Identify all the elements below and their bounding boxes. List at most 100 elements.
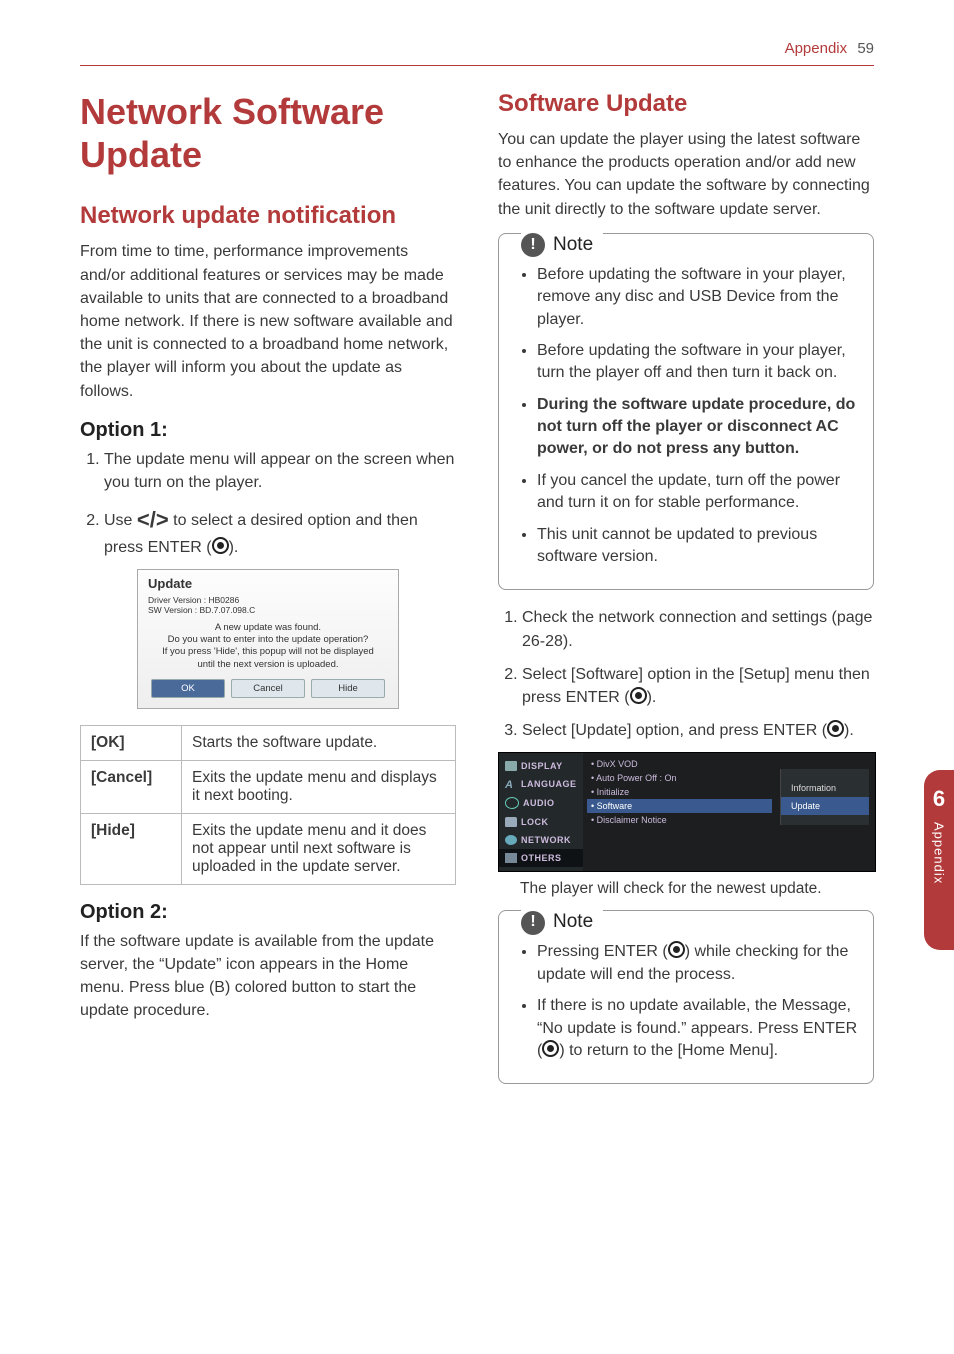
software-update-steps: Check the network connection and setting…: [498, 606, 874, 742]
menu-row[interactable]: • Disclaimer Notice: [591, 813, 772, 827]
cancel-button[interactable]: Cancel: [231, 679, 305, 698]
step-text: ).: [647, 689, 657, 706]
intro-paragraph: From time to time, performance improveme…: [80, 240, 456, 402]
sidebar-item[interactable]: AUDIO: [499, 793, 583, 813]
side-tab-number: 6: [924, 786, 954, 812]
driver-version: Driver Version : HB0286: [148, 595, 388, 605]
option-desc: Exits the update menu and displays it ne…: [182, 760, 456, 813]
option1-title: Option 1:: [80, 419, 456, 442]
ok-button[interactable]: OK: [151, 679, 225, 698]
note-label: Note: [553, 909, 593, 936]
enter-icon: [668, 941, 685, 958]
note-text: Pressing ENTER (: [537, 943, 668, 960]
msg-line: Do you want to enter into the update ope…: [148, 634, 388, 646]
step-1: The update menu will appear on the scree…: [104, 448, 456, 494]
enter-icon: [827, 720, 844, 737]
setup-sidebar: DISPLAY A LANGUAGE AUDIO LOCK NETWORK OTH…: [499, 753, 583, 871]
sw-version: SW Version : BD.7.07.098.C: [148, 605, 388, 615]
dialog-meta: Driver Version : HB0286 SW Version : BD.…: [148, 595, 388, 615]
note-item: This unit cannot be updated to previous …: [537, 524, 859, 569]
sidebar-label: NETWORK: [521, 835, 571, 845]
sidebar-label: DISPLAY: [521, 761, 563, 771]
option-desc: Exits the update menu and it does not ap…: [182, 813, 456, 884]
table-row: [Cancel] Exits the update menu and displ…: [81, 760, 456, 813]
menu-caption: The player will check for the newest upd…: [520, 880, 874, 898]
enter-icon: [212, 537, 229, 554]
note-item: If you cancel the update, turn off the p…: [537, 470, 859, 515]
sidebar-item[interactable]: DISPLAY: [499, 757, 583, 775]
right-column: Software Update You can update the playe…: [498, 90, 874, 1100]
sidebar-label: LANGUAGE: [521, 779, 577, 789]
subsection-title: Network update notification: [80, 202, 456, 230]
dialog-message: A new update was found. Do you want to e…: [148, 622, 388, 671]
note-box-1: ! Note Before updating the software in y…: [498, 233, 874, 591]
side-tab-label: Appendix: [932, 822, 947, 884]
enter-icon: [542, 1040, 559, 1057]
subsection-title: Software Update: [498, 90, 874, 118]
page-title: Network Software Update: [80, 90, 456, 176]
note-icon: !: [521, 233, 545, 257]
hide-button[interactable]: Hide: [311, 679, 385, 698]
note-item-bold: During the software update procedure, do…: [537, 394, 859, 461]
network-icon: [505, 835, 517, 845]
popup-item-update[interactable]: Update: [781, 797, 869, 815]
step-2: Select [Software] option in the [Setup] …: [522, 663, 874, 709]
side-tab: 6 Appendix: [924, 770, 954, 950]
sidebar-item[interactable]: A LANGUAGE: [499, 775, 583, 793]
note-item: Pressing ENTER () while checking for the…: [537, 941, 859, 986]
note-item: Before updating the software in your pla…: [537, 264, 859, 331]
note-icon: !: [521, 911, 545, 935]
sidebar-item-others[interactable]: OTHERS: [499, 849, 583, 867]
sidebar-label: OTHERS: [521, 853, 562, 863]
step2-end: ).: [229, 539, 239, 556]
menu-row[interactable]: • Auto Power Off : On: [591, 771, 772, 785]
sidebar-label: AUDIO: [523, 798, 555, 808]
note-item: If there is no update available, the Mes…: [537, 995, 859, 1062]
step-text: ).: [844, 722, 854, 739]
step2-pre: Use: [104, 512, 137, 529]
option-desc: Starts the software update.: [182, 725, 456, 760]
sidebar-label: LOCK: [521, 817, 549, 827]
section-name: Appendix: [785, 40, 848, 57]
update-dialog: Update Driver Version : HB0286 SW Versio…: [137, 569, 399, 709]
step-2: Use </> to select a desired option and t…: [104, 504, 456, 559]
menu-row[interactable]: • DivX VOD: [591, 757, 772, 771]
option1-steps: The update menu will appear on the scree…: [80, 448, 456, 559]
table-row: [Hide] Exits the update menu and it does…: [81, 813, 456, 884]
audio-icon: [505, 797, 519, 809]
running-head: Appendix 59: [80, 40, 874, 66]
step-text: Select [Update] option, and press ENTER …: [522, 722, 827, 739]
language-icon: A: [505, 779, 517, 789]
setup-middle: • DivX VOD • Auto Power Off : On • Initi…: [583, 753, 780, 871]
intro-paragraph: You can update the player using the late…: [498, 128, 874, 221]
option-key: [Hide]: [81, 813, 182, 884]
option-key: [OK]: [81, 725, 182, 760]
menu-row[interactable]: • Initialize: [591, 785, 772, 799]
display-icon: [505, 761, 517, 771]
option2-body: If the software update is available from…: [80, 930, 456, 1023]
setup-menu: DISPLAY A LANGUAGE AUDIO LOCK NETWORK OTH…: [498, 752, 876, 872]
menu-row-software[interactable]: • Software: [587, 799, 772, 813]
arrows-icon: </>: [137, 507, 169, 532]
enter-icon: [630, 687, 647, 704]
msg-line: until the next version is uploaded.: [148, 659, 388, 671]
options-table: [OK] Starts the software update. [Cancel…: [80, 725, 456, 885]
lock-icon: [505, 817, 517, 827]
option-key: [Cancel]: [81, 760, 182, 813]
page-number: 59: [857, 40, 874, 57]
option2-title: Option 2:: [80, 901, 456, 924]
others-icon: [505, 853, 517, 863]
popup-item[interactable]: Information: [781, 779, 869, 797]
table-row: [OK] Starts the software update.: [81, 725, 456, 760]
dialog-title: Update: [148, 576, 388, 591]
note-text: ) to return to the [Home Menu].: [559, 1042, 778, 1059]
note-box-2: ! Note Pressing ENTER () while checking …: [498, 910, 874, 1084]
note-label: Note: [553, 232, 593, 259]
sidebar-item[interactable]: NETWORK: [499, 831, 583, 849]
step-text: Select [Software] option in the [Setup] …: [522, 666, 870, 706]
step-3: Select [Update] option, and press ENTER …: [522, 719, 874, 742]
sidebar-item[interactable]: LOCK: [499, 813, 583, 831]
left-column: Network Software Update Network update n…: [80, 90, 456, 1100]
step-1: Check the network connection and setting…: [522, 606, 874, 652]
msg-line: A new update was found.: [148, 622, 388, 634]
